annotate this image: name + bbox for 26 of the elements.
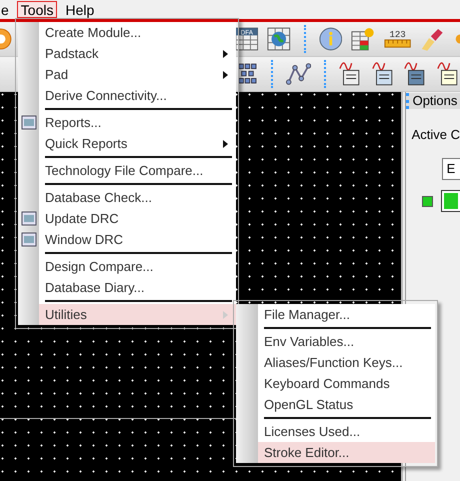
menu-item[interactable]: Utilities: [39, 304, 236, 325]
menu-item[interactable]: Database Diary...: [18, 277, 236, 298]
panel-title: Options: [406, 93, 460, 109]
menu-item[interactable]: Reports...: [18, 112, 236, 133]
menu-item[interactable]: Env Variables...: [236, 331, 435, 352]
ruler-label: 123: [389, 29, 406, 40]
menu-item[interactable]: Technology File Compare...: [18, 160, 236, 181]
menu-item[interactable]: Keyboard Commands: [236, 373, 435, 394]
menu-title[interactable]: Help: [61, 1, 98, 18]
menu-item[interactable]: Padstack: [18, 43, 236, 64]
menu-item[interactable]: OpenGL Status: [236, 394, 435, 415]
menu-item[interactable]: Window DRC: [18, 229, 236, 250]
menu-item[interactable]: Database Check...: [18, 187, 236, 208]
menu-item[interactable]: File Manager...: [236, 304, 435, 325]
menu-item[interactable]: Derive Connectivity...: [18, 85, 236, 106]
menu-item[interactable]: Quick Reports: [18, 133, 236, 154]
menu-title[interactable]: Tools: [16, 1, 58, 18]
field-label: Active C: [412, 127, 460, 142]
menu-item[interactable]: Design Compare...: [18, 256, 236, 277]
menu-item[interactable]: Update DRC: [18, 208, 236, 229]
menu-item[interactable]: Create Module...: [18, 22, 236, 43]
input-field[interactable]: E: [442, 158, 460, 180]
menu-item[interactable]: Stroke Editor...: [258, 442, 435, 463]
menu-title[interactable]: e: [0, 1, 13, 18]
menu-item[interactable]: Aliases/Function Keys...: [236, 352, 435, 373]
menu-item[interactable]: Licenses Used...: [236, 421, 435, 442]
